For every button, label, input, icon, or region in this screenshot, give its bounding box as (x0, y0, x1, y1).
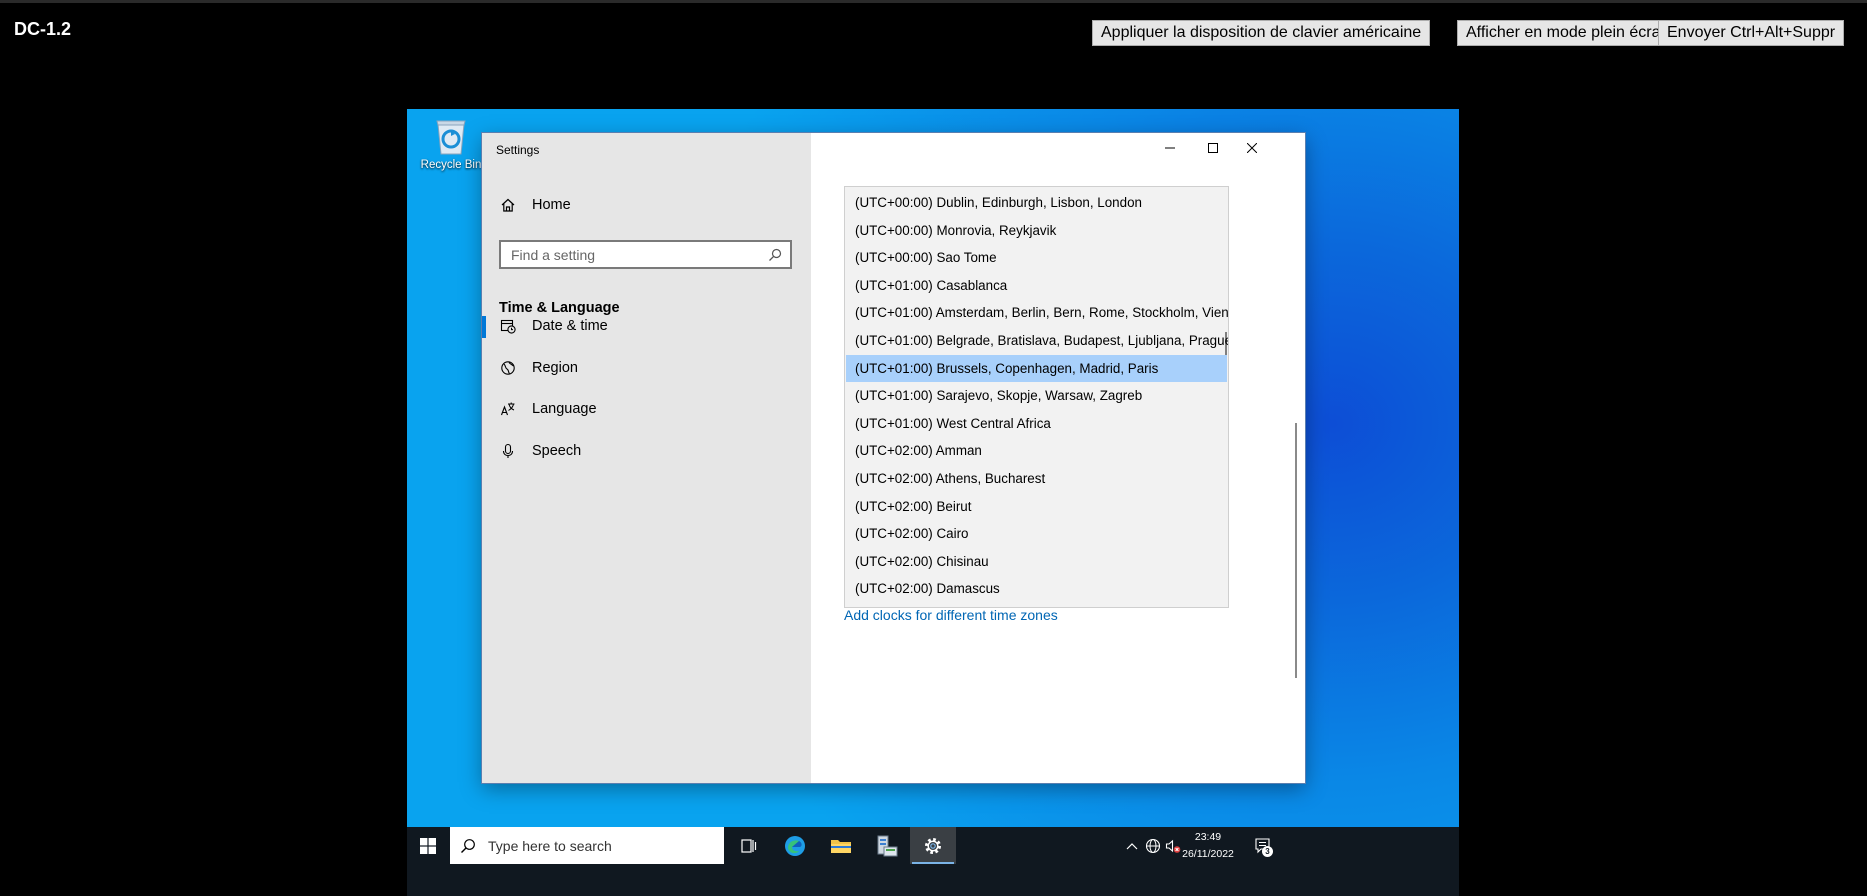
file-explorer-button[interactable] (818, 827, 864, 864)
active-indicator (482, 316, 486, 338)
nav-speech-label: Speech (532, 443, 582, 459)
timezone-option[interactable]: (UTC+00:00) Dublin, Edinburgh, Lisbon, L… (846, 189, 1227, 216)
globe-icon (498, 360, 518, 376)
timezone-option[interactable]: (UTC+00:00) Sao Tome (846, 244, 1227, 271)
notification-count-badge: 3 (1262, 846, 1273, 857)
timezone-option[interactable]: (UTC+02:00) Beirut (846, 493, 1227, 520)
nav-date-time-label: Date & time (532, 318, 608, 334)
timezone-option[interactable]: (UTC+01:00) West Central Africa (846, 410, 1227, 437)
close-button[interactable] (1229, 133, 1275, 163)
date-time-icon (498, 318, 518, 334)
network-globe-icon (1145, 838, 1161, 853)
send-ctrl-alt-del-button[interactable]: Envoyer Ctrl+Alt+Suppr (1658, 20, 1845, 46)
edge-button[interactable] (772, 827, 818, 864)
settings-search[interactable] (499, 240, 792, 269)
start-button[interactable] (407, 827, 449, 864)
remote-desktop: Recycle Bin Settings Home Time & Languag… (407, 109, 1459, 896)
timezone-option-selected[interactable]: (UTC+01:00) Brussels, Copenhagen, Madrid… (846, 354, 1227, 382)
edge-icon (785, 835, 805, 856)
search-icon (461, 838, 475, 853)
apply-us-keyboard-button[interactable]: Appliquer la disposition de clavier amér… (1092, 20, 1431, 46)
nav-date-time[interactable]: Date & time (482, 306, 811, 346)
gear-icon (925, 837, 941, 854)
nav-region[interactable]: Region (482, 348, 811, 388)
timezone-option[interactable]: (UTC+00:00) Monrovia, Reykjavik (846, 217, 1227, 244)
settings-taskbar-button[interactable] (910, 827, 956, 864)
recycle-bin-icon (436, 120, 466, 155)
timezone-option[interactable]: (UTC+01:00) Belgrade, Bratislava, Budape… (846, 327, 1228, 354)
minimize-button[interactable] (1147, 133, 1193, 163)
settings-search-input[interactable] (501, 245, 768, 264)
recycle-bin-label: Recycle Bin (420, 159, 482, 171)
timezone-option[interactable]: (UTC+02:00) Cairo (846, 520, 1227, 547)
nav-home[interactable]: Home (482, 185, 811, 225)
network-button[interactable] (1143, 827, 1163, 864)
timezone-option[interactable]: (UTC+02:00) Chisinau (846, 548, 1227, 575)
host-title: DC-1.2 (14, 19, 72, 39)
taskbar-clock[interactable]: 23:49 26/11/2022 (1178, 829, 1238, 863)
language-icon (498, 401, 518, 417)
page-scrollbar[interactable] (1295, 423, 1297, 678)
timezone-option[interactable]: (UTC+02:00) Amman (846, 437, 1227, 464)
chevron-up-icon (1126, 842, 1138, 849)
nav-language-label: Language (532, 401, 597, 417)
nav-home-label: Home (532, 197, 571, 213)
home-icon (498, 197, 518, 213)
task-view-icon (741, 838, 757, 853)
taskbar: 23:49 26/11/2022 3 (407, 827, 1459, 896)
clock-time: 23:49 (1194, 831, 1222, 843)
timezone-option[interactable]: (UTC+02:00) Athens, Bucharest (846, 465, 1227, 492)
timezone-option[interactable]: (UTC+02:00) Damascus (846, 575, 1227, 602)
minimize-icon (1165, 147, 1175, 149)
window-title: Settings (496, 143, 540, 157)
taskbar-search-input[interactable] (486, 836, 724, 855)
timezone-option[interactable]: (UTC+01:00) Amsterdam, Berlin, Bern, Rom… (846, 299, 1228, 326)
add-clocks-link[interactable]: Add clocks for different time zones (844, 607, 1058, 623)
search-icon[interactable] (768, 248, 782, 262)
recycle-bin[interactable]: Recycle Bin (413, 115, 489, 171)
close-icon (1247, 143, 1257, 153)
windows-logo-icon (420, 837, 436, 854)
folder-icon (831, 839, 851, 853)
microphone-icon (498, 443, 518, 459)
nav-region-label: Region (532, 360, 578, 376)
timezone-dropdown-list[interactable]: (UTC+00:00) Dublin, Edinburgh, Lisbon, L… (844, 186, 1229, 608)
maximize-icon (1208, 143, 1218, 153)
nav-language[interactable]: Language (482, 389, 811, 429)
show-hidden-icons-button[interactable] (1123, 827, 1141, 864)
server-manager-icon (877, 835, 898, 856)
taskbar-search[interactable] (450, 827, 724, 864)
host-top-border (0, 0, 1867, 3)
action-center-button[interactable]: 3 (1249, 827, 1277, 864)
settings-window: Settings Home Time & Language Date (482, 133, 1305, 783)
server-manager-button[interactable] (864, 827, 910, 864)
fullscreen-button[interactable]: Afficher en mode plein écran (1457, 20, 1679, 46)
nav-speech[interactable]: Speech (482, 431, 811, 471)
settings-sidebar: Settings Home Time & Language Date (482, 133, 811, 783)
task-view-button[interactable] (726, 827, 772, 864)
timezone-option[interactable]: (UTC+01:00) Casablanca (846, 272, 1227, 299)
timezone-option[interactable]: (UTC+01:00) Sarajevo, Skopje, Warsaw, Za… (846, 382, 1227, 409)
clock-date: 26/11/2022 (1182, 848, 1234, 860)
